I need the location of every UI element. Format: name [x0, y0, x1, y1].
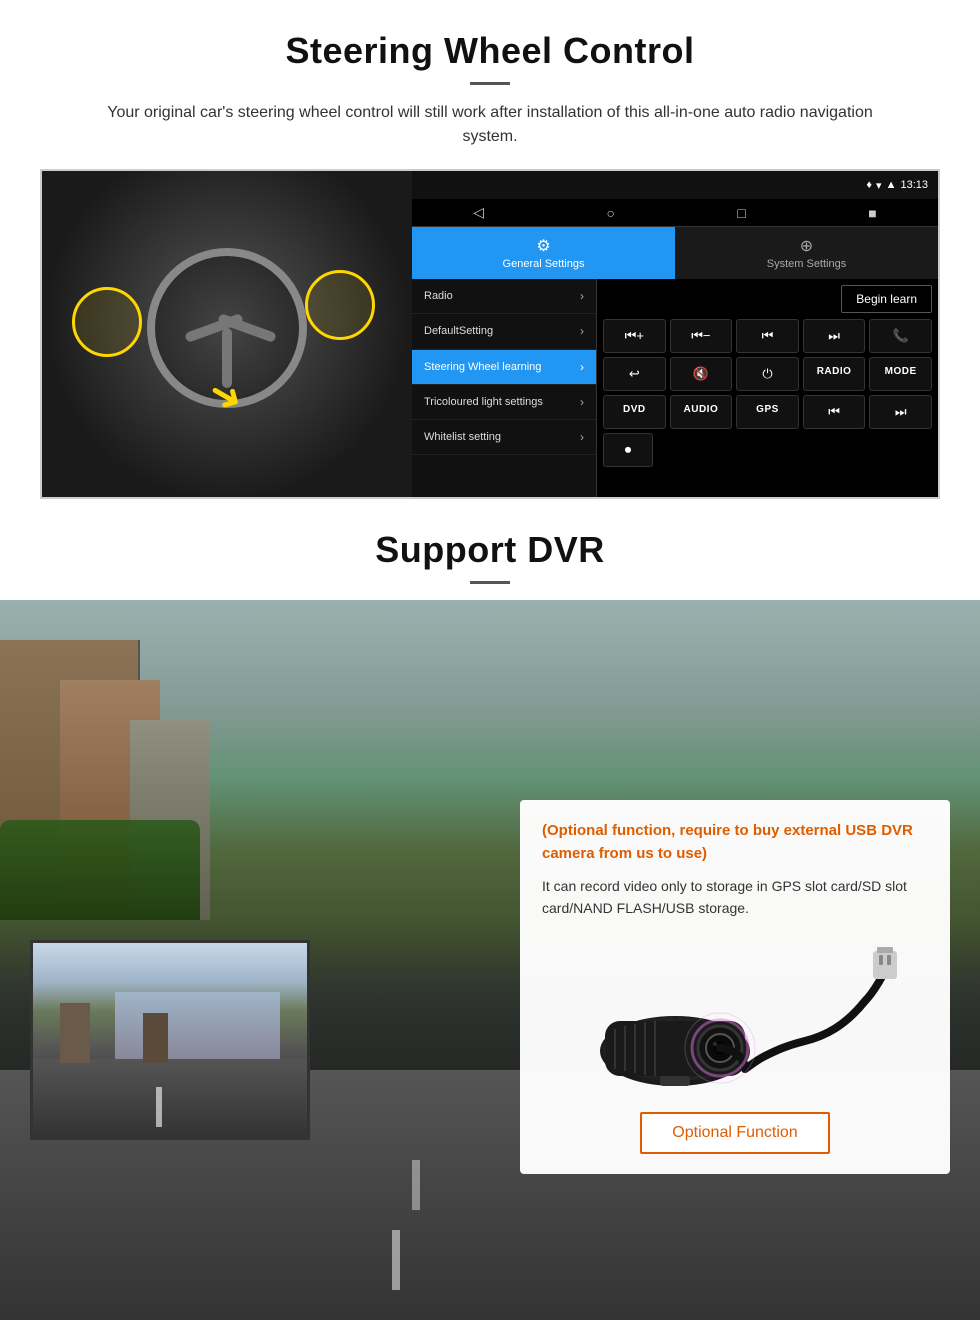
btn-dvd[interactable]: DVD	[603, 395, 666, 429]
android-statusbar: ♦ ▾ ▲ 13:13	[412, 171, 938, 199]
dvr-inner-scene	[33, 943, 307, 1137]
inner-car-2	[143, 1013, 168, 1063]
control-row-2: ↩ 🔇 ⏻ RADIO MODE	[603, 357, 932, 391]
usb-connector	[873, 951, 897, 979]
dvr-title: Support DVR	[40, 529, 940, 571]
menu-item-whitelist[interactable]: Whitelist setting ›	[412, 420, 596, 455]
tab-general-settings[interactable]: ⚙ General Settings	[412, 227, 675, 279]
dvr-background-photo: (Optional function, require to buy exter…	[0, 600, 980, 1320]
optional-function-button[interactable]: Optional Function	[640, 1112, 829, 1154]
foliage-left	[0, 820, 200, 920]
signal-icon: ▾	[876, 179, 882, 192]
inner-sky	[115, 992, 279, 1060]
menu-tricoloured-arrow: ›	[580, 395, 584, 409]
menu-steering-arrow: ›	[580, 360, 584, 374]
menu-nav-icon[interactable]: ■	[868, 205, 876, 221]
dvr-section: Support DVR	[0, 499, 980, 1320]
lane-mark-1	[392, 1230, 400, 1290]
dvr-camera-svg	[565, 941, 905, 1091]
menu-item-tricoloured[interactable]: Tricoloured light settings ›	[412, 385, 596, 420]
btn-phone[interactable]: 📞	[869, 319, 932, 353]
dvr-title-area: Support DVR	[0, 499, 980, 584]
btn-hangup[interactable]: ↩	[603, 357, 666, 391]
btn-mute[interactable]: 🔇	[670, 357, 733, 391]
steering-control-panel: Begin learn ⏮+ ⏮− ⏮ ⏭ 📞 ↩ 🔇 ⏻	[597, 279, 938, 497]
inner-lane	[156, 1087, 162, 1127]
usb-notch-2	[887, 955, 891, 965]
menu-item-default-setting[interactable]: DefaultSetting ›	[412, 314, 596, 349]
menu-item-steering-wheel[interactable]: Steering Wheel learning ›	[412, 350, 596, 385]
system-settings-icon: ⊕	[800, 236, 813, 256]
steering-subtitle: Your original car's steering wheel contr…	[80, 101, 900, 149]
wifi-icon: ▲	[886, 179, 897, 191]
android-tabs: ⚙ General Settings ⊕ System Settings	[412, 227, 938, 279]
tab-system-label: System Settings	[767, 258, 846, 270]
inner-road	[33, 1059, 307, 1137]
btn-prev-combo[interactable]: ⏮	[803, 395, 866, 429]
title-divider	[470, 82, 510, 85]
btn-mode[interactable]: MODE	[869, 357, 932, 391]
recent-nav-icon[interactable]: □	[737, 205, 745, 221]
home-nav-icon[interactable]: ○	[606, 205, 614, 221]
dvr-optional-text: (Optional function, require to buy exter…	[542, 820, 928, 865]
lane-mark-2	[412, 1160, 420, 1210]
settings-menu-list: Radio › DefaultSetting › Steering Wheel …	[412, 279, 597, 497]
begin-learn-row: Begin learn	[603, 285, 932, 313]
steering-section: Steering Wheel Control Your original car…	[0, 0, 980, 499]
cam-mount	[660, 1076, 690, 1086]
btn-audio[interactable]: AUDIO	[670, 395, 733, 429]
steering-demo-area: ➜ ♦ ▾ ▲ 13:13 ◁ ○ □ ■	[40, 169, 940, 499]
inner-car	[60, 1003, 90, 1063]
menu-item-radio[interactable]: Radio ›	[412, 279, 596, 314]
control-row-1: ⏮+ ⏮− ⏮ ⏭ 📞	[603, 319, 932, 353]
usb-notch-1	[879, 955, 883, 965]
dvr-desc-text: It can record video only to storage in G…	[542, 875, 928, 920]
btn-next-track[interactable]: ⏭	[803, 319, 866, 353]
steering-wheel-photo: ➜	[42, 171, 412, 499]
back-nav-icon[interactable]: ◁	[473, 204, 484, 221]
btn-radio[interactable]: RADIO	[803, 357, 866, 391]
tab-general-label: General Settings	[503, 258, 585, 270]
menu-whitelist-arrow: ›	[580, 430, 584, 444]
general-settings-icon: ⚙	[536, 236, 550, 256]
location-icon: ♦	[866, 179, 872, 191]
menu-default-arrow: ›	[580, 324, 584, 338]
menu-tricoloured-label: Tricoloured light settings	[424, 395, 543, 409]
highlight-circle-right	[305, 270, 375, 340]
dvr-camera-image	[542, 936, 928, 1096]
menu-whitelist-label: Whitelist setting	[424, 430, 501, 444]
highlight-circle-left	[72, 287, 142, 357]
dvr-preview-photo	[30, 940, 310, 1140]
menu-radio-label: Radio	[424, 289, 453, 303]
control-row-3: DVD AUDIO GPS ⏮ ⏭	[603, 395, 932, 429]
usb-plug-tip	[877, 947, 893, 953]
steering-wheel-bg: ➜	[42, 171, 412, 499]
btn-record[interactable]: ⏺	[603, 433, 653, 467]
cam-lens-glint	[713, 1042, 717, 1046]
btn-vol-down[interactable]: ⏮−	[670, 319, 733, 353]
control-row-4: ⏺	[603, 433, 932, 467]
status-time: 13:13	[900, 179, 928, 191]
android-screen: ♦ ▾ ▲ 13:13 ◁ ○ □ ■ ⚙ General Settings	[412, 171, 938, 497]
btn-vol-up[interactable]: ⏮+	[603, 319, 666, 353]
dvr-info-card: (Optional function, require to buy exter…	[520, 800, 950, 1174]
android-main-content: Radio › DefaultSetting › Steering Wheel …	[412, 279, 938, 497]
status-icons: ♦ ▾ ▲ 13:13	[866, 179, 928, 192]
menu-default-label: DefaultSetting	[424, 324, 493, 338]
btn-next-combo[interactable]: ⏭	[869, 395, 932, 429]
btn-gps[interactable]: GPS	[736, 395, 799, 429]
steering-title: Steering Wheel Control	[40, 30, 940, 72]
android-navbar: ◁ ○ □ ■	[412, 199, 938, 227]
btn-power[interactable]: ⏻	[736, 357, 799, 391]
menu-steering-label: Steering Wheel learning	[424, 360, 541, 374]
dvr-divider	[470, 581, 510, 584]
tab-system-settings[interactable]: ⊕ System Settings	[675, 227, 938, 279]
btn-prev-track[interactable]: ⏮	[736, 319, 799, 353]
menu-radio-arrow: ›	[580, 289, 584, 303]
begin-learn-button[interactable]: Begin learn	[841, 285, 932, 313]
optional-function-container: Optional Function	[542, 1112, 928, 1154]
